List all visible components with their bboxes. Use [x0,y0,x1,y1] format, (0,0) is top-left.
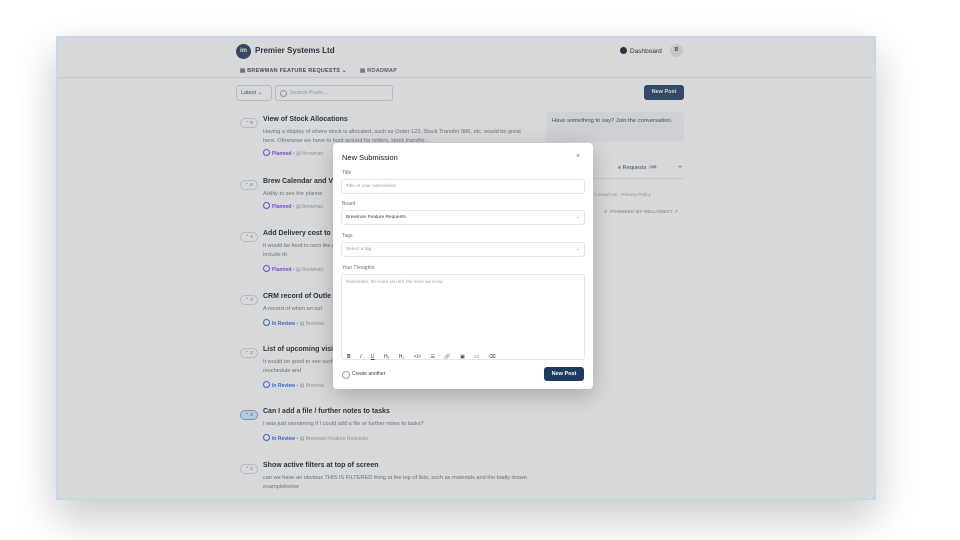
company-name[interactable]: Premier Systems Ltd [255,46,335,55]
status-icon [263,381,270,388]
board-value: Brewman Feature Requests [346,215,406,220]
post-meta: Planned • ▤ Brewman [263,265,323,273]
post-meta: Planned • ▤ Brewman [263,149,323,157]
list-item[interactable]: ⌃ 2 Show active filters at top of screen… [240,462,540,498]
create-another-checkbox[interactable] [342,371,350,379]
status-badge: Planned [272,204,292,210]
join-conversation-text: Have something to say? Join the conversa… [552,118,673,124]
create-another-label[interactable]: Create another [352,371,385,377]
post-count-badge: 108 [648,165,659,169]
header-divider [58,77,874,78]
roadmap-link[interactable]: ▤ ROADMAP [360,68,397,74]
new-submission-modal: New Submission × Title Title of your sub… [333,143,593,389]
sidebar-board-link[interactable]: e Requests 108 [618,165,659,171]
upvote-button[interactable]: ⌃ 2 [240,348,258,358]
board-label: Board [342,201,356,207]
heading2-icon[interactable]: H₂ [399,353,405,361]
upvote-button[interactable]: ⌃ 4 [240,232,258,242]
post-meta: In Review • ▤ Brewma [263,381,324,389]
upvote-button[interactable]: ⌃ 9 [240,118,258,128]
post-board: • ▤ Brewman [291,204,324,210]
thoughts-placeholder: Remember, the more you tell, the more we… [346,279,443,284]
upvote-button[interactable]: ⌃ 3 [240,410,258,420]
tags-select[interactable]: Select a tag ⌄ [341,242,585,257]
post-title[interactable]: View of Stock Allocations [263,116,348,123]
search-icon [280,90,287,97]
company-logo[interactable]: im [236,44,251,59]
sort-dropdown[interactable]: Latest ⌄ [236,85,272,101]
post-title[interactable]: Add Delivery cost to [263,230,331,237]
title-label: Title [342,170,352,176]
board-select[interactable]: Brewman Feature Requests ⌄ [341,210,585,225]
status-badge: Planned [272,267,292,273]
tags-placeholder: Select a tag [346,247,372,252]
video-icon[interactable]: ▭ [474,353,479,361]
upvote-button[interactable]: ⌃ 2 [240,464,258,474]
powered-by-label: POWERED BY HELLONEXT ↗ [610,209,679,214]
post-meta: In Review • ▤ Brewma [263,319,324,327]
post-meta: Planned • ▤ Brewman [263,202,323,210]
post-title[interactable]: Brew Calendar and V [263,178,333,185]
thoughts-editor[interactable]: Remember, the more you tell, the more we… [341,274,585,360]
chevron-down-icon: ⌄ [575,214,580,220]
post-board: • ▤ Brewma [295,321,325,327]
sidebar-board-label: e Requests [618,165,647,171]
status-icon [263,319,270,326]
image-icon[interactable]: ▣ [460,353,465,361]
status-badge: In Review [272,383,296,389]
post-title[interactable]: Show active filters at top of screen [263,462,379,469]
post-board: • ▤ Brewman [291,267,324,273]
status-icon [263,149,270,156]
powered-by-link[interactable]: ⚡ POWERED BY HELLONEXT ↗ [603,209,678,215]
tags-label: Tags [342,233,353,239]
underline-icon[interactable]: U [371,353,375,361]
footer-links[interactable]: Contact us · Privacy Policy [594,193,651,198]
board-dropdown[interactable]: ▤ BREWMAN FEATURE REQUESTS ⌄ [240,68,347,74]
link-icon[interactable]: 🔗 [444,353,450,361]
post-description: can we have an obvious THIS IS FILTERED … [263,475,527,490]
modal-title: New Submission [342,153,398,162]
search-placeholder: Search Posts... [290,90,328,96]
search-input[interactable]: Search Posts... [275,85,393,101]
dashboard-label: Dashboard [630,48,662,55]
upvote-button[interactable]: ⌃ 3 [240,295,258,305]
avatar[interactable]: B [670,44,683,57]
post-title[interactable]: Can I add a file / further notes to task… [263,408,390,415]
new-post-button[interactable]: New Post [644,85,684,100]
status-icon [263,265,270,272]
italic-icon[interactable]: I [360,353,361,361]
status-badge: In Review [272,436,296,442]
post-title[interactable]: CRM record of Outle [263,293,331,300]
dashboard-link[interactable]: Dashboard [620,47,662,55]
add-board-button[interactable]: + [678,164,682,171]
status-icon [263,202,270,209]
status-icon [263,434,270,441]
heading1-icon[interactable]: H₁ [384,353,389,361]
status-badge: In Review [272,321,296,327]
post-meta: In Review • ▤ Brewman Feature Requests [263,434,368,442]
gear-icon [620,47,627,54]
post-description: I was just wondering if I could add a fi… [263,421,424,427]
chevron-down-icon: ⌄ [575,246,580,252]
top-bar: im Premier Systems Ltd Dashboard B ▤ BRE… [58,38,874,76]
submit-new-post-button[interactable]: New Post [544,367,584,381]
post-board: • ▤ Brewman Feature Requests [295,436,368,442]
editor-toolbar: B I U H₁ H₂ </> ☰ 🔗 ▣ ▭ ⌫ [347,345,501,360]
clear-format-icon[interactable]: ⌫ [488,353,495,361]
bold-icon[interactable]: B [347,353,351,361]
title-input[interactable]: Title of your submission [341,179,585,194]
status-badge: Planned [272,151,292,157]
close-icon[interactable]: × [576,153,580,160]
thoughts-label: Your Thoughts [342,265,375,271]
post-board: • ▤ Brewman [291,151,324,157]
list-icon[interactable]: ☰ [430,353,434,361]
bolt-icon: ⚡ [603,209,609,214]
list-item[interactable]: ⌃ 3 Can I add a file / further notes to … [240,408,540,448]
post-title[interactable]: List of upcoming visi [263,346,333,353]
code-icon[interactable]: </> [414,353,421,361]
post-board: • ▤ Brewma [295,383,325,389]
upvote-button[interactable]: ⌃ 6 [240,180,258,190]
